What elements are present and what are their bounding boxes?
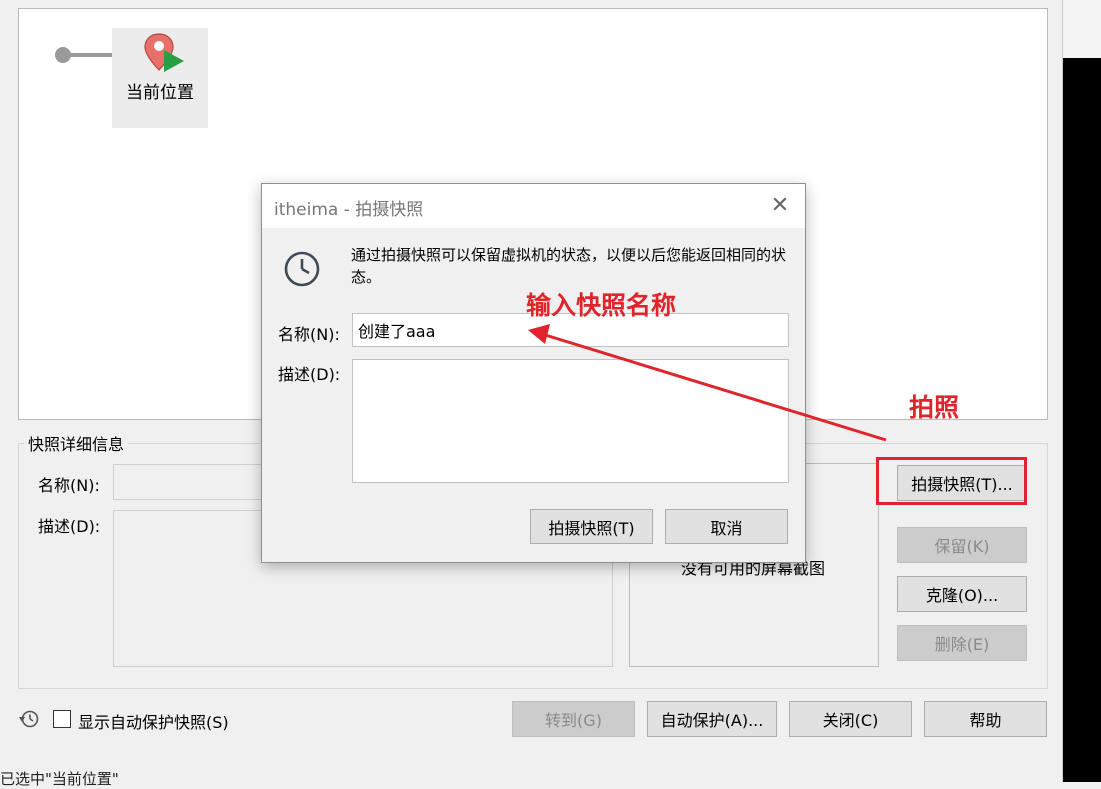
details-desc-label: 描述(D): bbox=[38, 517, 101, 536]
clone-button[interactable]: 克隆(O)... bbox=[897, 576, 1027, 612]
annotation-take-hint: 拍照 bbox=[909, 393, 960, 422]
dialog-title: itheima - 拍摄快照 bbox=[274, 200, 424, 220]
dialog-cancel-button[interactable]: 取消 bbox=[665, 509, 788, 544]
annotation-input-hint: 输入快照名称 bbox=[526, 291, 677, 320]
show-auto-protect-label: 显示自动保护快照(S) bbox=[78, 713, 229, 732]
delete-button[interactable]: 删除(E) bbox=[897, 625, 1027, 661]
snapshot-desc-textarea[interactable] bbox=[352, 359, 789, 483]
status-bar-text: 已选中"当前位置" bbox=[0, 770, 119, 788]
clock-icon bbox=[284, 251, 320, 287]
close-button[interactable]: 关闭(C) bbox=[789, 701, 912, 737]
show-auto-protect-checkbox[interactable] bbox=[53, 710, 71, 728]
background-dark-area bbox=[1062, 58, 1101, 782]
current-position-label: 当前位置 bbox=[126, 83, 194, 103]
dialog-message: 通过拍摄快照可以保留虚拟机的状态，以便以后您能返回相同的状态。 bbox=[351, 246, 787, 286]
close-icon[interactable]: ✕ bbox=[766, 192, 794, 220]
location-pin-icon bbox=[144, 33, 184, 72]
annotation-highlight-box bbox=[876, 457, 1027, 505]
snapshot-details-title: 快照详细信息 bbox=[24, 431, 129, 455]
goto-button[interactable]: 转到(G) bbox=[512, 701, 635, 737]
dialog-take-snapshot-button[interactable]: 拍摄快照(T) bbox=[530, 509, 653, 544]
dialog-name-label: 名称(N): bbox=[278, 325, 340, 344]
auto-protect-button[interactable]: 自动保护(A)... bbox=[647, 701, 777, 737]
background-window bbox=[1062, 0, 1101, 59]
keep-button[interactable]: 保留(K) bbox=[897, 527, 1027, 563]
take-snapshot-dialog: itheima - 拍摄快照 ✕ 通过拍摄快照可以保留虚拟机的状态，以便以后您能… bbox=[261, 183, 806, 563]
dialog-desc-label: 描述(D): bbox=[278, 365, 341, 384]
help-button[interactable]: 帮助 bbox=[924, 701, 1047, 737]
details-name-label: 名称(N): bbox=[38, 476, 100, 495]
history-icon bbox=[19, 710, 39, 728]
